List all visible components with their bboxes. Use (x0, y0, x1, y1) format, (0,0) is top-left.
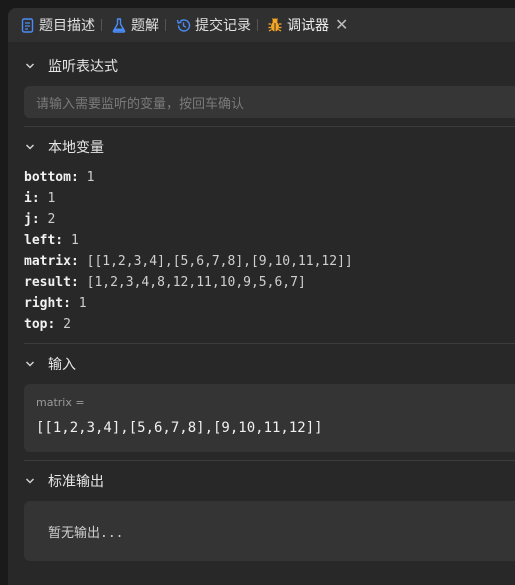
tab-description[interactable]: 题目描述 (16, 8, 108, 42)
tab-divider (101, 19, 102, 31)
tab-bar: 题目描述 题解 提交记录 调试器 ✕ (8, 8, 515, 42)
variable-row: bottom: 1 (24, 167, 515, 188)
tab-solutions[interactable]: 题解 (108, 8, 172, 42)
bug-icon (267, 17, 283, 33)
input-panel[interactable]: matrix = [[1,2,3,4],[5,6,7,8],[9,10,11,1… (24, 384, 515, 452)
variable-row: matrix: [[1,2,3,4],[5,6,7,8],[9,10,11,12… (24, 251, 515, 272)
variable-value: 1 (47, 191, 56, 206)
variable-row: left: 1 (24, 230, 515, 251)
watch-placeholder: 请输入需要监听的变量，按回车确认 (36, 96, 245, 112)
stdout-text: 暂无输出... (48, 525, 124, 541)
tab-label: 题解 (131, 18, 159, 34)
tab-divider (165, 19, 166, 31)
variable-row: i: 1 (24, 188, 515, 209)
history-icon (175, 17, 191, 33)
variable-name: bottom: (24, 170, 79, 185)
variable-row: j: 2 (24, 209, 515, 230)
tab-label: 调试器 (287, 18, 329, 34)
variable-value: 1 (70, 233, 79, 248)
variable-row: result: [1,2,3,4,8,12,11,10,9,5,6,7] (24, 272, 515, 293)
document-icon (19, 17, 35, 33)
input-parameter-label: matrix = (36, 396, 85, 409)
variable-name: i: (24, 191, 40, 206)
locals-section-toggle[interactable]: 本地变量 (8, 127, 515, 167)
variable-name: result: (24, 275, 79, 290)
chevron-down-icon (24, 358, 36, 370)
variable-value: 1 (86, 170, 95, 185)
variable-name: left: (24, 233, 64, 248)
variable-value: 2 (63, 317, 71, 332)
tab-debugger[interactable]: 调试器 ✕ (264, 8, 354, 42)
variable-value: 2 (47, 212, 56, 227)
chevron-down-icon (24, 60, 36, 72)
input-parameter-value[interactable]: [[1,2,3,4],[5,6,7,8],[9,10,11,12]] (24, 412, 515, 452)
variable-value: 1 (78, 296, 87, 311)
variable-name: top: (24, 317, 56, 332)
flask-icon (111, 17, 127, 33)
output-section-toggle[interactable]: 标准输出 (8, 461, 515, 501)
tab-divider (257, 19, 258, 31)
section-title: 标准输出 (48, 474, 104, 490)
variable-name: right: (24, 296, 71, 311)
watch-section-toggle[interactable]: 监听表达式 (8, 46, 515, 86)
watch-expression-input[interactable]: 请输入需要监听的变量，按回车确认 (24, 86, 515, 118)
close-tab-icon[interactable]: ✕ (335, 17, 348, 33)
local-variables-list: bottom: 1 i: 1 j: 2 left: 1 matrix: [[1,… (8, 167, 515, 335)
variable-row: right: 1 (24, 293, 515, 314)
debugger-window: 题目描述 题解 提交记录 调试器 ✕ 监听表达式 请输入需要监听的变量，按回车确… (8, 8, 515, 585)
chevron-down-icon (24, 475, 36, 487)
variable-name: matrix: (24, 254, 79, 269)
variable-name: j: (24, 212, 40, 227)
input-section-toggle[interactable]: 输入 (8, 344, 515, 384)
stdout-panel: 暂无输出... (24, 501, 515, 561)
section-title: 本地变量 (48, 140, 104, 156)
variable-value: [[1,2,3,4],[5,6,7,8],[9,10,11,12]] (86, 254, 353, 269)
section-title: 输入 (48, 357, 76, 373)
variable-value: [1,2,3,4,8,12,11,10,9,5,6,7] (86, 275, 306, 290)
tab-label: 提交记录 (195, 18, 251, 34)
chevron-down-icon (24, 141, 36, 153)
variable-row: top: 2 (24, 314, 515, 335)
section-title: 监听表达式 (48, 59, 118, 75)
tab-submissions[interactable]: 提交记录 (172, 8, 264, 42)
tab-label: 题目描述 (39, 18, 95, 34)
